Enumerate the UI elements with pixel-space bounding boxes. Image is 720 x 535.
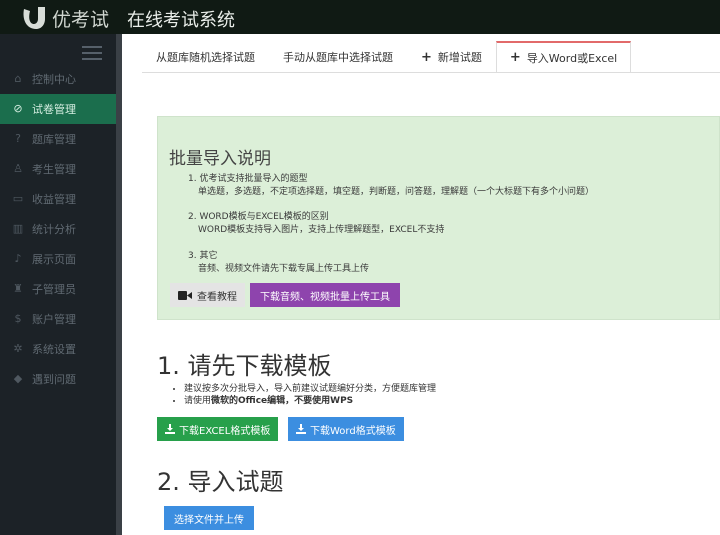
sidebar-item-revenue[interactable]: ▭ 收益管理 — [0, 184, 116, 214]
tab-add-question[interactable]: + 新增试题 — [407, 41, 496, 73]
tab-label: 新增试题 — [437, 51, 482, 64]
instructions-title: 批量导入说明 — [169, 149, 271, 169]
sidebar-item-label: 系统设置 — [32, 343, 76, 356]
tip-bold-text: 微软的Office编辑，不要使用WPS — [211, 396, 354, 406]
brand-name: 优考试 — [52, 9, 110, 31]
menu-toggle-icon[interactable] — [82, 46, 102, 64]
tab-label: 手动从题库中选择试题 — [283, 51, 393, 64]
download-icon — [296, 424, 306, 434]
download-icon — [165, 424, 175, 434]
button-label: 下载Word格式模板 — [310, 425, 396, 437]
video-camera-icon — [178, 290, 192, 300]
import-instructions-panel: 批量导入说明 1. 优考试支持批量导入的题型 单选题，多选题，不定项选择题，填空… — [157, 116, 720, 320]
instruction-detail: 单选题，多选题，不定项选择题，填空题，判断题，问答题，理解题（一个大标题下有多个… — [198, 187, 595, 197]
sidebar-item-label: 子管理员 — [32, 283, 76, 296]
instruction-detail: WORD模板支持导入图片，支持上传理解题型，EXCEL不支持 — [198, 225, 445, 235]
instruction-heading: 3. 其它 — [188, 251, 218, 261]
step1-title: 1. 请先下载模板 — [157, 352, 332, 380]
main-content: 从题库随机选择试题 手动从题库中选择试题 + 新增试题 + 导入Word或Excel… — [122, 34, 720, 535]
dollar-icon: $ — [14, 312, 22, 325]
sidebar-item-label: 账户管理 — [32, 313, 76, 326]
home-icon: ⌂ — [14, 72, 22, 85]
plus-icon: + — [509, 50, 521, 65]
credit-card-icon: ▭ — [12, 192, 24, 205]
button-label: 选择文件并上传 — [174, 514, 244, 526]
step2-title: 2. 导入试题 — [157, 468, 284, 496]
instruction-item: 3. 其它 音频、视频文件请先下载专属上传工具上传 — [188, 250, 369, 276]
question-circle-icon: ? — [15, 132, 21, 145]
sidebar-item-label: 题库管理 — [32, 133, 76, 146]
lock-icon: ♜ — [13, 282, 23, 295]
download-upload-tool-button[interactable]: 下载音频、视频批量上传工具 — [250, 283, 400, 307]
tab-random-select[interactable]: 从题库随机选择试题 — [142, 41, 269, 73]
list-item: 建议按多次分批导入，导入前建议试题编好分类，方便题库管理 — [184, 383, 436, 395]
top-bar: 优考试 在线考试系统 — [0, 0, 720, 34]
list-item: 请使用微软的Office编辑，不要使用WPS — [184, 395, 436, 407]
tab-manual-select[interactable]: 手动从题库中选择试题 — [269, 41, 407, 73]
sidebar-item-dashboard[interactable]: ⌂ 控制中心 — [0, 64, 116, 94]
tab-label: 从题库随机选择试题 — [156, 51, 255, 64]
download-excel-template-button[interactable]: 下载EXCEL格式模板 — [157, 417, 279, 441]
view-tutorial-button[interactable]: 查看教程 — [170, 283, 245, 307]
instruction-heading: 2. WORD模板与EXCEL模板的区别 — [188, 212, 329, 222]
sidebar-item-stats[interactable]: ▥ 统计分析 — [0, 214, 116, 244]
button-label: 查看教程 — [197, 291, 237, 303]
instruction-heading: 1. 优考试支持批量导入的题型 — [188, 174, 308, 184]
instruction-detail: 音频、视频文件请先下载专属上传工具上传 — [198, 264, 370, 274]
sidebar-item-label: 考生管理 — [32, 163, 76, 176]
users-icon: ♙ — [13, 162, 23, 175]
tab-label: 导入Word或Excel — [526, 51, 618, 65]
check-circle-icon: ⊘ — [13, 102, 23, 115]
gear-icon: ✲ — [13, 342, 23, 355]
instruction-item: 1. 优考试支持批量导入的题型 单选题，多选题，不定项选择题，填空题，判断题，问… — [188, 173, 594, 199]
logo-icon — [23, 7, 45, 29]
select-file-upload-button[interactable]: 选择文件并上传 — [164, 506, 254, 530]
sidebar-item-label: 统计分析 — [32, 223, 76, 236]
sidebar-item-settings[interactable]: ✲ 系统设置 — [0, 334, 116, 364]
sidebar-item-display[interactable]: ♪ 展示页面 — [0, 244, 116, 274]
sidebar-item-label: 遇到问题 — [32, 373, 76, 386]
sidebar-item-papers[interactable]: ⊘ 试卷管理 — [0, 94, 116, 124]
download-word-template-button[interactable]: 下载Word格式模板 — [288, 417, 404, 441]
button-label: 下载音频、视频批量上传工具 — [260, 291, 390, 303]
sidebar-item-account[interactable]: $ 账户管理 — [0, 304, 116, 334]
sidebar-item-help[interactable]: ◆ 遇到问题 — [0, 364, 116, 394]
step1-tips: 建议按多次分批导入，导入前建议试题编好分类，方便题库管理 请使用微软的Offic… — [174, 383, 436, 407]
sidebar-item-label: 展示页面 — [32, 253, 76, 266]
sidebar-item-label: 收益管理 — [32, 193, 76, 206]
sidebar-item-questions[interactable]: ? 题库管理 — [0, 124, 116, 154]
sidebar-item-candidates[interactable]: ♙ 考生管理 — [0, 154, 116, 184]
bar-chart-icon: ▥ — [12, 222, 24, 235]
bell-icon: ♪ — [14, 252, 22, 265]
system-title: 在线考试系统 — [127, 10, 235, 31]
sidebar-item-subadmin[interactable]: ♜ 子管理员 — [0, 274, 116, 304]
tab-import-word-excel[interactable]: + 导入Word或Excel — [495, 41, 632, 73]
tab-divider — [142, 72, 720, 73]
instruction-item: 2. WORD模板与EXCEL模板的区别 WORD模板支持导入图片，支持上传理解… — [188, 211, 444, 237]
sidebar-item-label: 控制中心 — [32, 73, 76, 86]
button-label: 下载EXCEL格式模板 — [179, 425, 271, 437]
tip-text: 请使用 — [184, 396, 212, 406]
sidebar: ⌂ 控制中心 ⊘ 试卷管理 ? 题库管理 ♙ 考生管理 ▭ 收益管理 ▥ 统计分析 ♪ 展示页… — [0, 34, 116, 535]
tab-bar: 从题库随机选择试题 手动从题库中选择试题 + 新增试题 + 导入Word或Excel — [142, 41, 632, 73]
plus-icon: + — [421, 49, 432, 65]
diamond-icon: ◆ — [13, 372, 23, 385]
sidebar-item-label: 试卷管理 — [32, 103, 76, 116]
